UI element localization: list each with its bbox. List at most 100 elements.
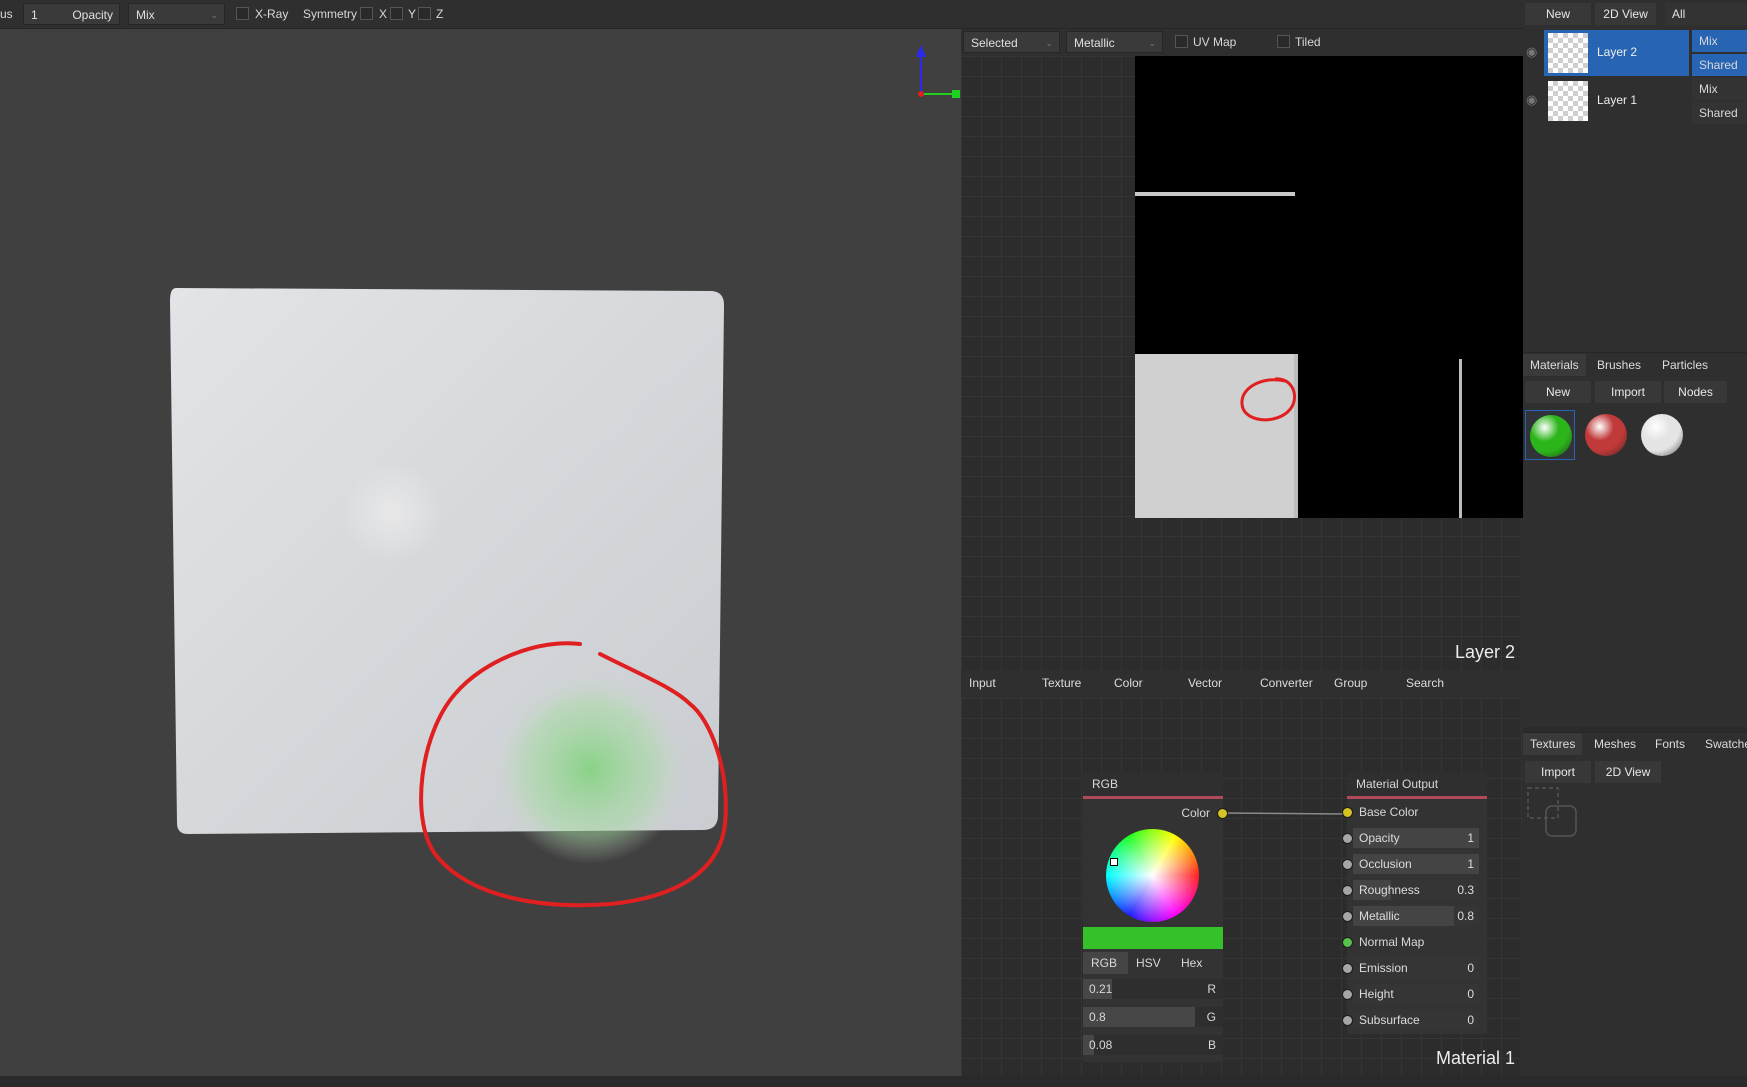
material-output-inputs: Base Color Opacity 1 Occlusion 1 Roughness 0.3… — [1342, 772, 1487, 1034]
channel-value: 0.8 — [1089, 1010, 1106, 1024]
opacity-field[interactable]: 1 Opacity — [23, 3, 120, 25]
tab-fonts[interactable]: Fonts — [1648, 733, 1692, 755]
layer-thumbnail — [1548, 81, 1588, 121]
input-field-opacity[interactable]: Opacity 1 — [1353, 828, 1479, 848]
channel-b-field[interactable]: 0.08 B — [1083, 1035, 1223, 1055]
blend-mode-value: Mix — [136, 8, 155, 22]
tab-particles[interactable]: Particles — [1655, 354, 1715, 376]
materials-import-button[interactable]: Import — [1595, 381, 1661, 403]
layers-filter-value: All — [1672, 7, 1686, 21]
node-menu-input[interactable]: Input — [969, 672, 996, 694]
color-output-socket[interactable] — [1217, 808, 1228, 819]
node-menu-search[interactable]: Search — [1406, 672, 1444, 694]
input-field-occlusion[interactable]: Occlusion 1 — [1353, 854, 1479, 874]
input-field-emission[interactable]: Emission 0 — [1353, 958, 1479, 978]
rgb-node[interactable]: RGB Color RGB HSV Hex 0.21 R 0.8 G 0.08 B — [1083, 772, 1228, 1062]
visibility-eye-icon[interactable]: ◉ — [1526, 44, 1537, 60]
input-socket-height[interactable] — [1342, 989, 1353, 1000]
rgb-node-title: RGB — [1092, 777, 1119, 791]
channel-value: 0.08 — [1089, 1038, 1113, 1052]
input-field-height[interactable]: Height 0 — [1353, 984, 1479, 1004]
tab-swatches[interactable]: Swatches — [1698, 733, 1747, 755]
viewport-3d[interactable] — [0, 29, 961, 1076]
node-canvas[interactable]: RGB Color RGB HSV Hex 0.21 R 0.8 G 0.08 B Mater… — [961, 698, 1523, 1076]
symmetry-z-label: Z — [436, 7, 444, 21]
node-menu-group[interactable]: Group — [1334, 672, 1367, 694]
new-layer-button[interactable]: New — [1525, 3, 1591, 25]
input-socket-emission[interactable] — [1342, 963, 1353, 974]
layer-blend-mode[interactable]: Mix — [1692, 78, 1747, 100]
color-picker-handle[interactable] — [1110, 858, 1118, 866]
input-socket-opacity[interactable] — [1342, 833, 1353, 844]
symmetry-label: Symmetry — [303, 7, 357, 21]
textures-2d-view-button[interactable]: 2D View — [1595, 761, 1661, 783]
layers-2d-view-button[interactable]: 2D View — [1595, 3, 1656, 25]
input-socket-metallic[interactable] — [1342, 911, 1353, 922]
input-socket-subsurface[interactable] — [1342, 1015, 1353, 1026]
node-menu-converter[interactable]: Converter — [1260, 672, 1313, 694]
tab-meshes[interactable]: Meshes — [1587, 733, 1643, 755]
input-value: 0.8 — [1457, 909, 1474, 923]
color-wheel[interactable] — [1106, 829, 1199, 922]
uvmap-checkbox[interactable] — [1175, 35, 1188, 48]
input-field-metallic[interactable]: Metallic 0.8 — [1353, 906, 1479, 926]
input-socket-roughness[interactable] — [1342, 885, 1353, 896]
channel-g-field[interactable]: 0.8 G — [1083, 1007, 1223, 1027]
material-slot[interactable] — [1637, 410, 1687, 460]
view2d-channel-dropdown[interactable]: Metallic ⌄ — [1066, 31, 1163, 53]
tab-textures[interactable]: Textures — [1523, 733, 1583, 755]
channel-label: R — [1207, 982, 1216, 996]
uvmap-label: UV Map — [1193, 35, 1237, 49]
input-value: 0.3 — [1457, 883, 1474, 897]
input-field-subsurface[interactable]: Subsurface 0 — [1353, 1010, 1479, 1030]
material-slot[interactable] — [1581, 410, 1631, 460]
view2d-filter-dropdown[interactable]: Selected ⌄ — [963, 31, 1060, 53]
color-mode-tabs: RGB HSV Hex — [1083, 952, 1223, 974]
symmetry-x-checkbox[interactable] — [360, 7, 373, 20]
mesh-plane[interactable] — [0, 29, 961, 1076]
material-output-node[interactable]: Material Output Base Color Opacity 1 Occlus… — [1342, 772, 1487, 1034]
layer-row[interactable]: Layer 2 — [1544, 30, 1689, 76]
channel-r-field[interactable]: 0.21 R — [1083, 979, 1223, 999]
input-value: 0 — [1467, 1013, 1474, 1027]
view2d-channel-value: Metallic — [1074, 36, 1115, 50]
tab-materials[interactable]: Materials — [1523, 354, 1586, 376]
layers-filter-dropdown[interactable]: All — [1665, 3, 1747, 25]
brush-setting-label: us — [0, 7, 13, 21]
layer-scope[interactable]: Shared — [1692, 54, 1747, 76]
channel-label: B — [1207, 1038, 1216, 1052]
color-mode-tab-rgb[interactable]: RGB — [1083, 952, 1128, 974]
node-menu-vector[interactable]: Vector — [1188, 672, 1222, 694]
layer-scope[interactable]: Shared — [1692, 102, 1747, 124]
input-label: Occlusion — [1359, 857, 1412, 871]
material-slot[interactable] — [1525, 410, 1575, 460]
symmetry-y-checkbox[interactable] — [390, 7, 403, 20]
blend-mode-dropdown[interactable]: Mix ⌄ — [128, 3, 225, 25]
layer-row[interactable]: Layer 1 — [1544, 78, 1689, 124]
layer-blend-mode[interactable]: Mix — [1692, 30, 1747, 52]
color-mode-tab-hex[interactable]: Hex — [1173, 952, 1218, 974]
input-label: Normal Map — [1359, 935, 1425, 949]
symmetry-z-checkbox[interactable] — [418, 7, 431, 20]
tiled-checkbox[interactable] — [1277, 35, 1290, 48]
input-socket-base-color[interactable] — [1342, 807, 1353, 818]
xray-checkbox[interactable] — [236, 7, 249, 20]
input-label: Roughness — [1359, 883, 1420, 897]
view2d-canvas[interactable]: Layer 2 — [961, 56, 1525, 670]
input-value: 1 — [1467, 857, 1474, 871]
color-mode-tab-hsv[interactable]: HSV — [1128, 952, 1173, 974]
visibility-eye-icon[interactable]: ◉ — [1526, 92, 1537, 108]
tab-brushes[interactable]: Brushes — [1590, 354, 1648, 376]
materials-new-button[interactable]: New — [1525, 381, 1591, 403]
material-title: Material 1 — [1435, 1048, 1515, 1068]
rgb-node-header[interactable]: RGB — [1083, 772, 1223, 799]
input-field-roughness[interactable]: Roughness 0.3 — [1353, 880, 1479, 900]
materials-nodes-button[interactable]: Nodes — [1664, 381, 1727, 403]
red-material-sphere — [1585, 414, 1627, 456]
node-menu-texture[interactable]: Texture — [1042, 672, 1081, 694]
textures-import-button[interactable]: Import — [1525, 761, 1591, 783]
input-socket-occlusion[interactable] — [1342, 859, 1353, 870]
node-menu-color[interactable]: Color — [1114, 672, 1143, 694]
input-label: Emission — [1359, 961, 1408, 975]
input-socket-normal-map[interactable] — [1342, 937, 1353, 948]
